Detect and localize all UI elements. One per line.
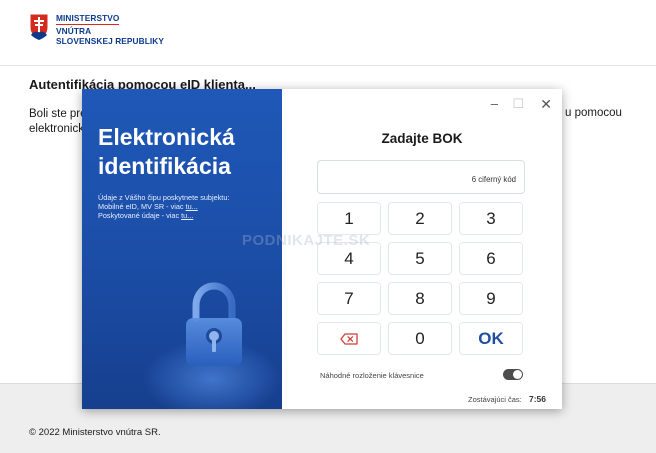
info-line-2: Mobilné eID, MV SR - viac tu... bbox=[98, 202, 229, 211]
key-2[interactable]: 2 bbox=[388, 202, 452, 235]
info-link-subject[interactable]: tu... bbox=[186, 202, 198, 211]
info-link-data[interactable]: tu... bbox=[181, 211, 193, 220]
key-1[interactable]: 1 bbox=[317, 202, 381, 235]
modal-right-panel: – ☐ ✕ Zadajte BOK 6 ciferný kód 1 2 3 4 … bbox=[282, 89, 562, 409]
window-maximize-button[interactable]: ☐ bbox=[512, 97, 524, 111]
key-7[interactable]: 7 bbox=[317, 282, 381, 315]
copyright: © 2022 Ministerstvo vnútra SR. bbox=[29, 427, 161, 438]
remaining-time-value: 7:56 bbox=[529, 394, 547, 404]
info-line-3-text: Poskytované údaje - viac bbox=[98, 211, 182, 220]
key-backspace[interactable] bbox=[317, 322, 381, 355]
key-0[interactable]: 0 bbox=[388, 322, 452, 355]
logo-line-3: SLOVENSKEJ REPUBLIKY bbox=[56, 36, 165, 46]
key-8[interactable]: 8 bbox=[388, 282, 452, 315]
watermark: PODNIKAJTE.SK bbox=[242, 232, 371, 249]
bok-title: Zadajte BOK bbox=[381, 131, 463, 146]
window-minimize-button[interactable]: – bbox=[491, 97, 498, 111]
ok-button[interactable]: OK bbox=[459, 322, 523, 355]
auth-body-right: u pomocou bbox=[565, 107, 622, 119]
eid-modal: Elektronická identifikácia Údaje z Vášho… bbox=[82, 89, 562, 409]
backspace-icon bbox=[340, 332, 358, 345]
modal-title: Elektronická identifikácia bbox=[98, 123, 235, 181]
modal-title-line-2: identifikácia bbox=[98, 153, 231, 179]
key-9[interactable]: 9 bbox=[459, 282, 523, 315]
toggle-knob bbox=[513, 370, 522, 379]
modal-title-line-1: Elektronická bbox=[98, 124, 235, 150]
logo-text: MINISTERSTVO VNÚTRA SLOVENSKEJ REPUBLIKY bbox=[56, 13, 164, 46]
page-header: MINISTERSTVO VNÚTRA SLOVENSKEJ REPUBLIKY bbox=[0, 0, 656, 66]
info-line-3: Poskytované údaje - viac tu... bbox=[98, 211, 229, 220]
remaining-time-label: Zostávajúci čas: bbox=[468, 395, 522, 404]
random-layout-toggle[interactable] bbox=[503, 369, 523, 380]
key-6[interactable]: 6 bbox=[459, 242, 523, 275]
modal-info: Údaje z Vášho čipu poskytnete subjektu: … bbox=[98, 193, 229, 220]
slovak-crest-icon bbox=[29, 13, 49, 41]
key-3[interactable]: 3 bbox=[459, 202, 523, 235]
logo-line-1: MINISTERSTVO bbox=[56, 13, 120, 25]
window-close-button[interactable]: ✕ bbox=[540, 97, 552, 111]
padlock-icon bbox=[186, 282, 242, 366]
ministry-logo[interactable]: MINISTERSTVO VNÚTRA SLOVENSKEJ REPUBLIKY bbox=[29, 13, 164, 46]
info-line-1: Údaje z Vášho čipu poskytnete subjektu: bbox=[98, 193, 230, 202]
bok-input[interactable]: 6 ciferný kód bbox=[317, 160, 525, 194]
logo-line-2: VNÚTRA bbox=[56, 26, 92, 36]
random-layout-label: Náhodné rozloženie klávesnice bbox=[320, 371, 424, 380]
modal-left-panel: Elektronická identifikácia Údaje z Vášho… bbox=[82, 89, 282, 409]
info-line-2-text: Mobilné eID, MV SR - viac bbox=[98, 202, 186, 211]
key-5[interactable]: 5 bbox=[388, 242, 452, 275]
